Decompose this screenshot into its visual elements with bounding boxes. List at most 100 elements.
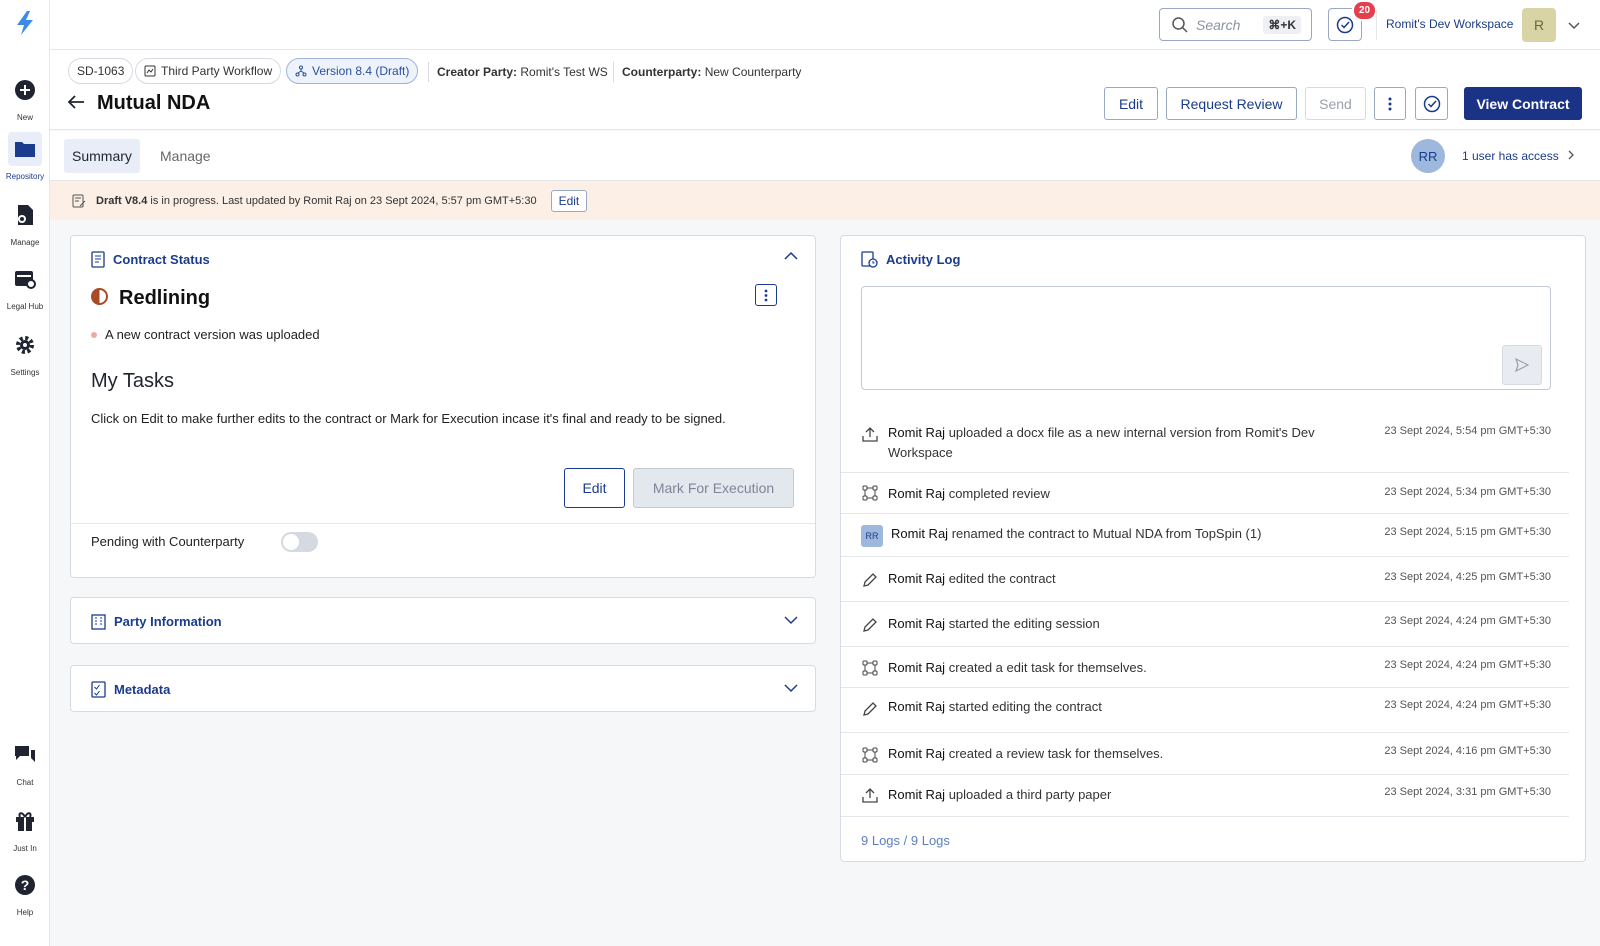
- page-title: Mutual NDA: [97, 92, 211, 114]
- contract-status-title-text: Contract Status: [113, 252, 210, 267]
- log-row: Romit Raj started editing the contract 2…: [841, 689, 1569, 733]
- workflow-icon: [862, 660, 878, 676]
- tab-summary[interactable]: Summary: [64, 139, 140, 173]
- party-information-card[interactable]: Party Information: [70, 597, 816, 644]
- sidebar-item-legal-hub[interactable]: Legal Hub: [0, 262, 50, 311]
- upload-icon: [862, 427, 878, 442]
- log-row: Romit Raj started the editing session 23…: [841, 603, 1569, 647]
- sidebar-item-settings[interactable]: Settings: [0, 328, 50, 377]
- approve-button[interactable]: [1415, 87, 1448, 120]
- log-time: 23 Sept 2024, 4:24 pm GMT+5:30: [1384, 659, 1551, 671]
- sidebar-item-chat[interactable]: Chat: [0, 738, 50, 787]
- log-actor: Romit Raj: [888, 486, 946, 501]
- avatar[interactable]: R: [1522, 8, 1556, 42]
- my-tasks-title: My Tasks: [91, 370, 174, 392]
- log-row: Romit Raj completed review 23 Sept 2024,…: [841, 474, 1569, 514]
- user-avatar[interactable]: RR: [1411, 139, 1445, 173]
- divider: [613, 62, 614, 82]
- request-review-button[interactable]: Request Review: [1166, 87, 1297, 120]
- more-options-button[interactable]: [1374, 87, 1406, 120]
- plus-circle-icon: [8, 73, 42, 107]
- version-chip[interactable]: Version 8.4 (Draft): [286, 58, 419, 84]
- access-text: 1 user has access: [1462, 149, 1559, 163]
- help-icon: ?: [8, 868, 42, 902]
- chevron-down-icon[interactable]: [1566, 17, 1582, 33]
- comment-input[interactable]: [861, 286, 1551, 390]
- logs-count: 9 Logs / 9 Logs: [861, 833, 950, 848]
- kebab-icon: [764, 289, 768, 301]
- counterparty-value: New Counterparty: [704, 65, 802, 79]
- search-placeholder: Search: [1196, 16, 1241, 33]
- workspace-name[interactable]: Romit's Dev Workspace: [1386, 17, 1513, 31]
- tab-manage[interactable]: Manage: [152, 139, 219, 173]
- send-comment-button[interactable]: [1502, 345, 1542, 385]
- chevron-down-icon[interactable]: [784, 683, 798, 693]
- log-actor: Romit Raj: [888, 787, 946, 802]
- log-row: Romit Raj created a edit task for themse…: [841, 648, 1569, 688]
- check-circle-icon: [1336, 16, 1354, 33]
- metadata-card[interactable]: Metadata: [70, 665, 816, 712]
- log-row: Romit Raj edited the contract 23 Sept 20…: [841, 558, 1569, 602]
- sidebar-item-new[interactable]: New: [0, 73, 50, 122]
- send-button[interactable]: Send: [1305, 87, 1366, 120]
- pencil-icon: [863, 618, 877, 632]
- pending-counterparty-toggle[interactable]: [281, 532, 318, 552]
- manage-file-icon: [8, 198, 42, 232]
- version-label: Version 8.4 (Draft): [312, 64, 410, 78]
- log-message: started the editing session: [948, 616, 1100, 631]
- check-circle-icon: [1423, 95, 1440, 112]
- sidebar-item-label: Chat: [16, 778, 34, 787]
- party-information-title-text: Party Information: [114, 614, 222, 629]
- log-actor: Romit Raj: [888, 746, 946, 761]
- draft-banner: Draft V8.4 is in progress. Last updated …: [50, 181, 1600, 220]
- building-icon: [91, 614, 106, 630]
- metadata-title-text: Metadata: [114, 682, 171, 697]
- sidebar-item-label: Just In: [13, 844, 37, 853]
- user-avatar: RR: [861, 525, 883, 547]
- workflow-doc-icon: [144, 65, 156, 77]
- view-contract-button[interactable]: View Contract: [1464, 87, 1582, 120]
- status-options-button[interactable]: [755, 284, 777, 306]
- bullet-dot: [91, 331, 97, 338]
- counterparty-label: Counterparty:: [622, 65, 702, 79]
- logo-icon[interactable]: [12, 10, 38, 36]
- sidebar-item-manage[interactable]: Manage: [0, 198, 50, 247]
- sidebar-item-repository[interactable]: Repository: [0, 132, 50, 181]
- sidebar-item-label: Legal Hub: [6, 302, 44, 311]
- svg-text:?: ?: [21, 877, 30, 893]
- pending-label: Pending with Counterparty: [91, 534, 245, 549]
- sidebar-item-just-in[interactable]: Just In: [0, 804, 50, 853]
- access-link[interactable]: 1 user has access: [1462, 149, 1576, 163]
- log-row: Romit Raj uploaded a docx file as a new …: [841, 411, 1569, 473]
- divider: [428, 62, 429, 82]
- log-row: RR Romit Raj renamed the contract to Mut…: [841, 515, 1569, 557]
- chevron-up-icon[interactable]: [784, 251, 798, 261]
- log-time: 23 Sept 2024, 4:24 pm GMT+5:30: [1384, 615, 1551, 627]
- log-text: Romit Raj started editing the contract: [888, 697, 1348, 717]
- back-arrow-icon[interactable]: [66, 92, 86, 112]
- log-text: Romit Raj uploaded a third party paper: [888, 785, 1348, 805]
- banner-edit-button[interactable]: Edit: [550, 189, 588, 212]
- log-text: Romit Raj renamed the contract to Mutual…: [891, 524, 1351, 544]
- search-box[interactable]: Search ⌘+K: [1159, 8, 1312, 41]
- branch-icon: [295, 65, 307, 77]
- log-time: 23 Sept 2024, 4:16 pm GMT+5:30: [1384, 745, 1551, 757]
- tabs-bar: Summary Manage RR 1 user has access: [50, 131, 1600, 181]
- folder-icon: [8, 132, 42, 166]
- sidebar-item-label: Repository: [5, 172, 45, 181]
- task-edit-button[interactable]: Edit: [564, 468, 625, 508]
- sidebar-item-label: Manage: [10, 238, 40, 247]
- status-name: Redlining: [119, 287, 211, 309]
- sidebar: New Repository Manage Legal Hub Settings…: [0, 0, 50, 946]
- creator-party: Creator Party: Romit's Test WS: [437, 65, 608, 79]
- metadata-title: Metadata: [91, 681, 170, 698]
- sidebar-item-help[interactable]: ? Help: [0, 868, 50, 917]
- log-actor: Romit Raj: [888, 616, 946, 631]
- edit-button[interactable]: Edit: [1104, 87, 1158, 120]
- log-text: Romit Raj edited the contract: [888, 569, 1348, 589]
- workflow-chip[interactable]: Third Party Workflow: [135, 58, 282, 84]
- log-actor: Romit Raj: [888, 660, 946, 675]
- sidebar-item-label: Settings: [10, 368, 40, 377]
- chevron-down-icon[interactable]: [784, 615, 798, 625]
- mark-for-execution-button[interactable]: Mark For Execution: [633, 468, 794, 508]
